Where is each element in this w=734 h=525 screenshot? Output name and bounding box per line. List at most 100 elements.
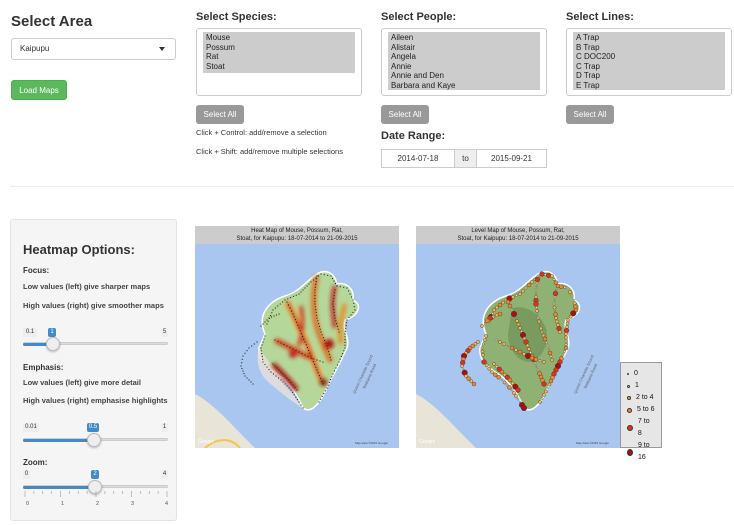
trap-dot (270, 371, 272, 373)
lines-option[interactable]: C DOC200 (576, 52, 722, 62)
trap-dot (335, 320, 337, 322)
species-listbox[interactable]: Mouse Possum Rat Stoat (196, 28, 362, 96)
level-dot (494, 313, 499, 318)
people-option[interactable]: Angela (391, 52, 537, 62)
people-option[interactable]: Alistair (391, 43, 537, 53)
trap-dot (298, 327, 300, 329)
trap-dot (315, 309, 317, 311)
trap-dot (323, 393, 325, 395)
trap-dot (244, 375, 246, 377)
level-dot (484, 363, 489, 368)
trap-dot (328, 351, 330, 353)
trap-dot (315, 281, 317, 283)
trap-dot (343, 286, 345, 288)
end-date-input[interactable]: 2015-09-21 (476, 149, 547, 168)
trap-dot (310, 357, 312, 359)
lines-option[interactable]: D Trap (576, 71, 722, 81)
level-dot (512, 391, 516, 395)
level-dot (515, 319, 519, 323)
trap-dot (320, 377, 322, 379)
trap-dot (346, 319, 348, 321)
people-select-all-button[interactable]: Select All (381, 105, 429, 124)
trap-dot (317, 275, 320, 277)
legend-item: 9 to 16 (627, 440, 655, 464)
level-dot (573, 299, 575, 301)
people-option[interactable]: Barbara and Kaye (391, 81, 537, 91)
legend-dot-icon (627, 373, 629, 375)
people-listbox[interactable]: Aileen Alistair Angela Annie Annie and Den Ba… (381, 28, 547, 96)
trap-dot (241, 362, 243, 364)
trap-dot (312, 361, 314, 363)
level-dot (462, 368, 465, 371)
divider (10, 186, 734, 187)
level-dot (518, 292, 522, 296)
zoom-tick-label: 4 (165, 501, 169, 507)
trap-dot (317, 372, 319, 374)
level-dot (550, 358, 554, 362)
lines-option[interactable]: A Trap (576, 33, 722, 43)
trap-dot (292, 348, 294, 350)
emphasis-max: 1 (161, 423, 168, 432)
trap-dot (345, 327, 347, 329)
trap-dot (240, 365, 242, 367)
level-dot (535, 306, 538, 309)
level-dot (482, 338, 487, 342)
species-option[interactable]: Mouse (206, 33, 352, 43)
select-lines-heading: Select Lines: (566, 11, 634, 23)
people-option[interactable]: Aileen (391, 33, 537, 43)
trap-dot (339, 286, 341, 288)
level-dot (515, 387, 521, 393)
load-maps-button[interactable]: Load Maps (11, 80, 67, 100)
legend-label: 5 to 6 (637, 406, 655, 413)
lines-option[interactable]: E Trap (576, 81, 722, 91)
trap-dot (345, 325, 347, 327)
start-date-input[interactable]: 2014-07-18 (381, 149, 455, 168)
species-option[interactable]: Rat (206, 52, 352, 62)
trap-dot (354, 309, 356, 311)
trap-dot (250, 381, 252, 383)
level-dot (555, 319, 559, 324)
level-dot (497, 302, 503, 308)
level-dot (534, 288, 538, 292)
level-dot (568, 290, 572, 294)
level-dot (492, 362, 496, 366)
level-dot (471, 381, 477, 387)
focus-slider-handle[interactable] (46, 337, 60, 351)
people-option[interactable]: Annie and Den (391, 71, 537, 81)
trap-dot (286, 385, 288, 387)
lines-select-all-button[interactable]: Select All (566, 105, 614, 124)
lines-option[interactable]: B Trap (576, 43, 722, 53)
heatmap-options-heading: Heatmap Options: (23, 242, 135, 257)
lines-option[interactable]: C Trap (576, 62, 722, 72)
level-dot (563, 286, 566, 289)
trap-dot (277, 377, 280, 379)
level-dot (460, 364, 464, 368)
level-dot (516, 322, 521, 327)
emphasis-desc-low: Low values (left) give more detail (23, 378, 141, 387)
trap-dot (298, 401, 300, 403)
trap-dot (315, 283, 317, 285)
species-option[interactable]: Stoat (206, 62, 352, 72)
trap-dot (333, 295, 335, 297)
trap-dot (319, 360, 321, 362)
level-dot (548, 348, 550, 351)
area-select[interactable]: Kaipupu (11, 38, 176, 60)
trap-dot (312, 279, 315, 281)
people-option[interactable]: Annie (391, 62, 537, 72)
level-dot (555, 289, 557, 291)
trap-dot (244, 352, 246, 354)
trap-dot (322, 361, 324, 363)
legend-dot-icon (627, 448, 633, 456)
lines-listbox[interactable]: A Trap B Trap C DOC200 C Trap D Trap E Trap (566, 28, 732, 96)
level-map[interactable]: Level Map of Mouse, Possum, Rat, Stoat, … (416, 226, 620, 448)
trap-dot (327, 274, 329, 276)
heat-map[interactable]: Heat Map of Mouse, Possum, Rat, Stoat, f… (195, 226, 399, 449)
trap-dot (314, 300, 316, 302)
legend-label: 9 to 16 (637, 442, 650, 461)
species-option[interactable]: Possum (206, 43, 352, 53)
trap-dot (314, 363, 316, 365)
species-select-all-button[interactable]: Select All (196, 105, 244, 124)
emphasis-slider-handle[interactable] (87, 433, 101, 447)
trap-dot (266, 366, 268, 368)
level-dot (563, 350, 566, 353)
